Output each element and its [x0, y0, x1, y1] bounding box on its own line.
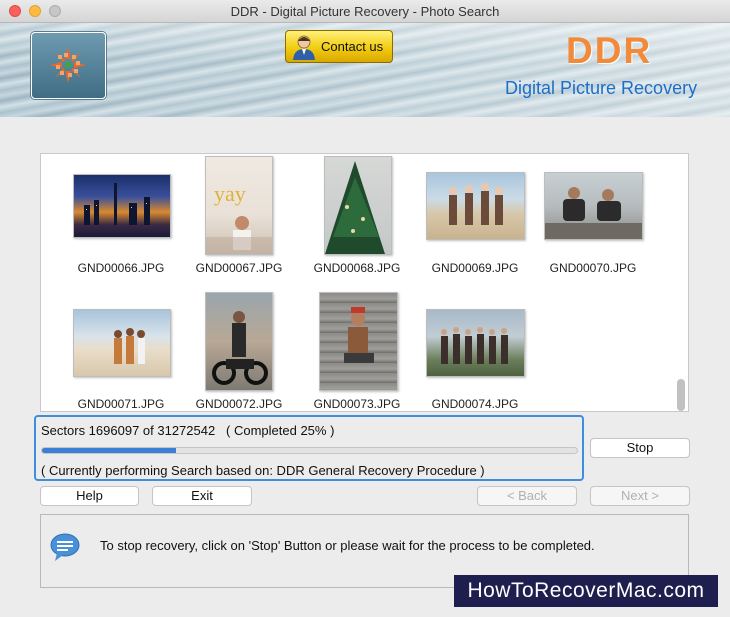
support-person-icon [293, 35, 315, 60]
photo-filename: GND00066.JPG [77, 261, 165, 275]
brand-subtitle: Digital Picture Recovery [505, 78, 698, 98]
window-title: DDR - Digital Picture Recovery - Photo S… [230, 4, 500, 19]
photo-gallery[interactable]: GND00066.JPG yay GND00067.JPG GND00068.J… [40, 153, 689, 412]
photo-thumbnail[interactable] [73, 309, 171, 377]
photo-filename: GND00071.JPG [77, 397, 165, 411]
exit-button[interactable]: Exit [152, 486, 252, 506]
photo-thumbnail[interactable] [205, 292, 273, 391]
progress-panel: Sectors 1696097 of 31272542 ( Completed … [34, 415, 584, 481]
logo-burst-icon [50, 47, 86, 83]
contact-us-button[interactable]: Contact us [285, 30, 393, 63]
sectors-status: Sectors 1696097 of 31272542 ( Completed … [41, 423, 335, 438]
procedure-status: ( Currently performing Search based on: … [41, 463, 485, 478]
photo-thumbnail[interactable] [426, 309, 525, 377]
photo-thumbnail[interactable] [324, 156, 392, 255]
photo-filename: GND00072.JPG [195, 397, 283, 411]
photo-filename: GND00073.JPG [313, 397, 401, 411]
gallery-scrollbar[interactable] [677, 379, 685, 411]
progress-bar [41, 447, 578, 454]
progress-fill [42, 448, 176, 453]
photo-thumbnail[interactable]: yay [205, 156, 273, 255]
photo-thumbnail[interactable] [426, 172, 525, 240]
photo-thumbnail[interactable] [544, 172, 643, 240]
title-bar: DDR - Digital Picture Recovery - Photo S… [0, 0, 730, 23]
brand-title: DDR [566, 30, 653, 71]
contact-us-label: Contact us [321, 39, 384, 54]
photo-thumbnail[interactable] [73, 174, 171, 238]
back-button[interactable]: < Back [477, 486, 577, 506]
info-message: To stop recovery, click on 'Stop' Button… [100, 538, 595, 553]
photo-filename: GND00067.JPG [195, 261, 283, 275]
app-logo [31, 32, 106, 99]
next-button[interactable]: Next > [590, 486, 690, 506]
speech-bubble-icon [50, 533, 80, 561]
watermark-banner: HowToRecoverMac.com [454, 575, 718, 607]
stop-button[interactable]: Stop [590, 438, 690, 458]
photo-thumbnail[interactable] [319, 292, 398, 391]
photo-filename: GND00070.JPG [549, 261, 637, 275]
help-button[interactable]: Help [40, 486, 139, 506]
svg-text:yay: yay [214, 181, 246, 206]
photo-filename: GND00069.JPG [431, 261, 519, 275]
photo-filename: GND00068.JPG [313, 261, 401, 275]
photo-filename: GND00074.JPG [431, 397, 519, 411]
